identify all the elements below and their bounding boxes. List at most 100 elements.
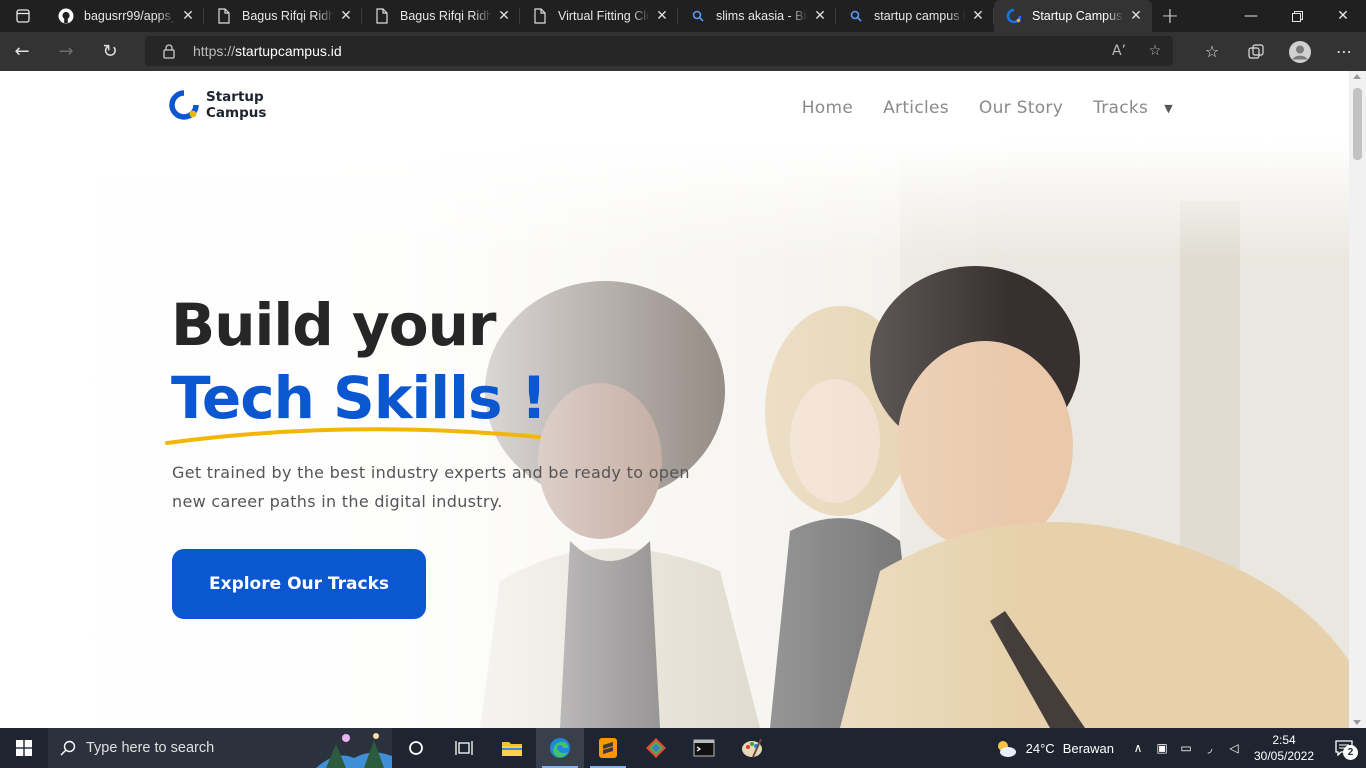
read-aloud-icon: A’ — [1111, 43, 1127, 59]
forward-button[interactable]: → — [44, 32, 88, 71]
sublime-text-button[interactable] — [584, 728, 632, 768]
add-favorite-button[interactable]: ☆ — [1137, 43, 1173, 59]
show-hidden-icons-button[interactable]: ∧ — [1126, 741, 1150, 755]
address-bar[interactable]: https://startupcampus.id A’ ☆ — [145, 36, 1173, 66]
nav-articles[interactable]: Articles — [883, 98, 949, 118]
new-tab-button[interactable]: + — [1152, 0, 1188, 32]
task-view-button[interactable] — [440, 728, 488, 768]
weather-widget[interactable]: 24°C Berawan — [994, 738, 1114, 758]
battery-indicator[interactable]: ▭ — [1174, 741, 1198, 755]
more-menu-button[interactable]: ⋯ — [1322, 32, 1366, 71]
nav-home[interactable]: Home — [802, 98, 853, 118]
close-icon[interactable]: ✕ — [496, 8, 512, 24]
startup-campus-logo[interactable]: Startup Campus — [169, 89, 266, 121]
close-icon[interactable]: ✕ — [654, 8, 670, 24]
volume-indicator[interactable]: ◁ — [1222, 741, 1246, 755]
arrow-right-icon: → — [58, 41, 74, 62]
search-highlight-illustration — [316, 728, 392, 768]
nav-tracks[interactable]: Tracks — [1093, 98, 1148, 118]
search-placeholder: Type here to search — [86, 740, 215, 756]
browser-tab-doc-1[interactable]: Bagus Rifqi Ridho ✕ — [204, 0, 362, 32]
weather-temp: 24°C — [1025, 740, 1055, 756]
more-icon: ⋯ — [1336, 42, 1352, 61]
tab-actions-icon — [16, 9, 30, 23]
tab-label: Bagus Rifqi Ridho — [242, 9, 334, 23]
close-icon[interactable]: ✕ — [970, 8, 986, 24]
caret-down-icon[interactable]: ▼ — [1164, 102, 1173, 115]
file-explorer-button[interactable] — [488, 728, 536, 768]
profile-button[interactable] — [1278, 32, 1322, 71]
logo-line2: Campus — [206, 105, 267, 121]
clock-date: 30/05/2022 — [1253, 749, 1315, 763]
close-icon[interactable]: ✕ — [1128, 8, 1144, 24]
url-text: https://startupcampus.id — [193, 43, 342, 59]
git-button[interactable] — [632, 728, 680, 768]
windows-logo-icon — [16, 740, 32, 756]
tab-label: startup campus k — [874, 9, 966, 23]
favorites-button[interactable]: ☆ — [1190, 32, 1234, 71]
plus-icon: + — [1160, 3, 1180, 29]
browser-tab-startup-campus[interactable]: Startup Campus - ✕ — [994, 0, 1152, 32]
scroll-down-arrow-icon[interactable] — [1353, 720, 1361, 725]
hero-title-line2: Tech Skills ! — [171, 364, 547, 432]
hero-underline-swoosh — [165, 427, 541, 445]
site-header: Startup Campus Home Articles Our Story T… — [0, 71, 1349, 141]
tab-label: Startup Campus - — [1032, 9, 1124, 23]
browser-tab-github[interactable]: bagusrr99/apps_c ✕ — [46, 0, 204, 32]
meet-now-button[interactable]: ▣ — [1150, 741, 1174, 755]
arrow-left-icon: ← — [14, 41, 30, 62]
browser-tab-search-2[interactable]: startup campus k ✕ — [836, 0, 994, 32]
tab-label: bagusrr99/apps_c — [84, 9, 176, 23]
explore-tracks-button[interactable]: Explore Our Tracks — [172, 549, 426, 619]
windows-taskbar: Type here to search 24°C Berawan ∧ ▣ ▭ ◞… — [0, 728, 1366, 768]
action-center-button[interactable]: 2 — [1322, 740, 1366, 760]
address-bar-actions: A’ ☆ — [1101, 43, 1173, 59]
star-add-icon: ☆ — [1148, 43, 1162, 59]
read-aloud-button[interactable]: A’ — [1101, 43, 1137, 59]
paint-button[interactable] — [728, 728, 776, 768]
browser-toolbar-right: ☆ ⋯ — [1190, 32, 1366, 71]
nav-our-story[interactable]: Our Story — [979, 98, 1063, 118]
scrollbar-thumb[interactable] — [1353, 88, 1362, 160]
network-indicator[interactable]: ◞ — [1198, 741, 1222, 755]
main-nav: Home Articles Our Story Tracks ▼ — [772, 98, 1173, 118]
terminal-icon — [693, 739, 715, 757]
close-icon[interactable]: ✕ — [338, 8, 354, 24]
back-button[interactable]: ← — [0, 32, 44, 71]
logo-line1: Startup — [206, 89, 264, 105]
restore-icon — [1291, 10, 1303, 22]
close-icon: ✕ — [1337, 8, 1349, 24]
close-icon[interactable]: ✕ — [180, 8, 196, 24]
browser-tab-doc-3[interactable]: Virtual Fitting Clo ✕ — [520, 0, 678, 32]
cortana-button[interactable] — [392, 728, 440, 768]
minimize-icon: — — [1244, 8, 1258, 24]
page-scrollbar[interactable] — [1349, 71, 1366, 728]
browser-tab-doc-2[interactable]: Bagus Rifqi Ridho ✕ — [362, 0, 520, 32]
git-icon — [646, 738, 666, 758]
scroll-up-arrow-icon[interactable] — [1353, 74, 1361, 79]
cortana-icon — [409, 741, 423, 755]
edge-browser-button[interactable] — [536, 728, 584, 768]
minimize-button[interactable]: — — [1228, 0, 1274, 32]
hero-subtitle-line1: Get trained by the best industry experts… — [172, 463, 690, 482]
start-button[interactable] — [0, 728, 48, 768]
paint-palette-icon — [742, 738, 762, 758]
close-window-button[interactable]: ✕ — [1320, 0, 1366, 32]
restore-button[interactable] — [1274, 0, 1320, 32]
github-icon — [58, 8, 74, 24]
hero-subtitle-line2: new career paths in the digital industry… — [172, 492, 503, 511]
browser-toolbar: ← → ↻ https://startupcampus.id A’ ☆ ☆ ⋯ — [0, 32, 1366, 71]
collections-button[interactable] — [1234, 32, 1278, 71]
close-icon[interactable]: ✕ — [812, 8, 828, 24]
partly-cloudy-icon — [997, 741, 1016, 757]
browser-tab-search-1[interactable]: slims akasia - Bin ✕ — [678, 0, 836, 32]
edge-icon — [550, 738, 570, 758]
clock-time: 2:54 — [1272, 733, 1296, 747]
taskbar-clock[interactable]: 2:54 30/05/2022 — [1246, 732, 1322, 764]
tab-actions-button[interactable] — [0, 0, 46, 32]
taskbar-search-box[interactable]: Type here to search — [48, 728, 392, 768]
tab-label: slims akasia - Bin — [716, 9, 808, 23]
camera-icon: ▣ — [1156, 741, 1168, 755]
terminal-button[interactable] — [680, 728, 728, 768]
refresh-button[interactable]: ↻ — [88, 32, 132, 71]
